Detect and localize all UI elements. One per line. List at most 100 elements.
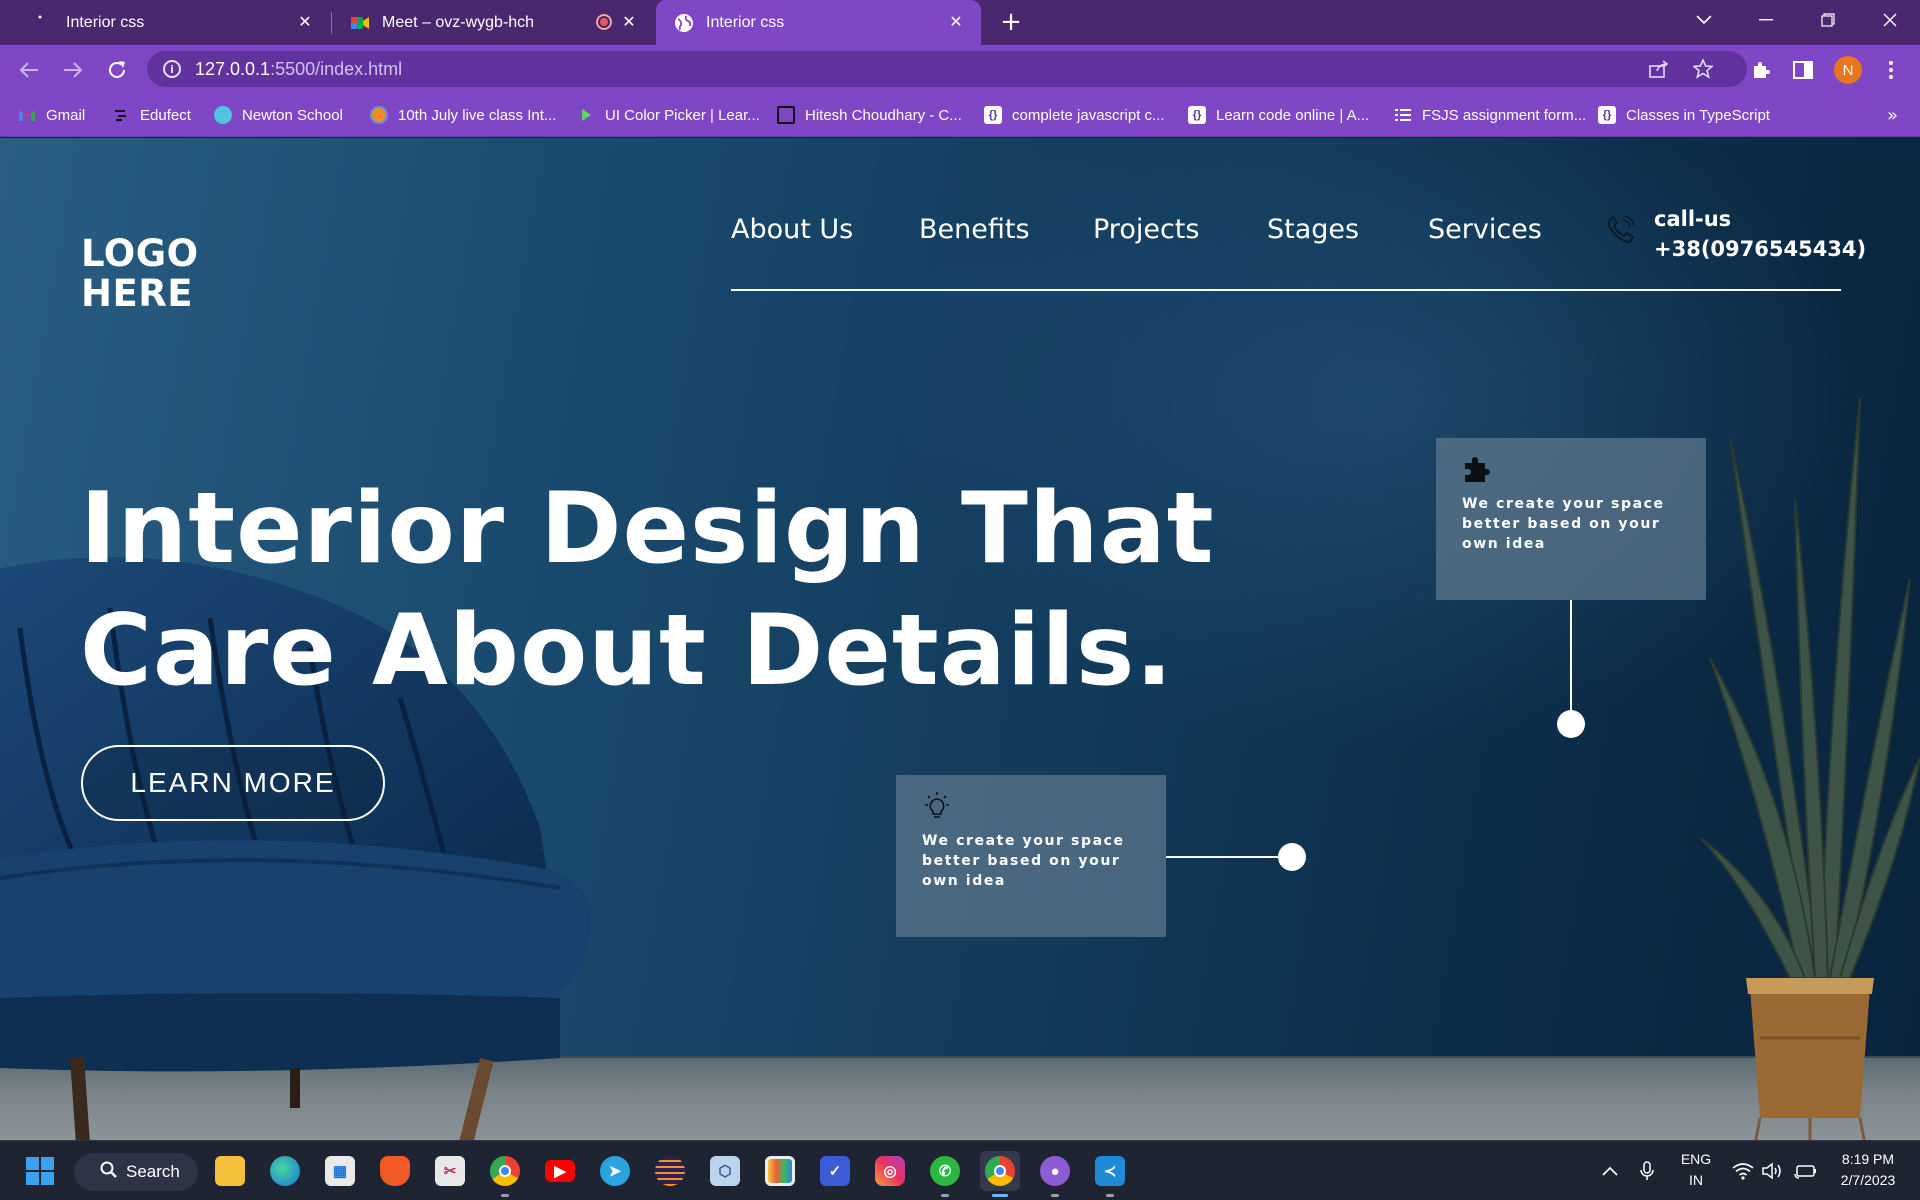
battery-icon[interactable] <box>1794 1141 1818 1200</box>
bookmark-label: Gmail <box>46 106 86 124</box>
clock-time: 8:19 PM <box>1841 1151 1895 1167</box>
hero-heading: Interior Design That Care About Details. <box>80 468 1215 712</box>
tab-title: Meet – ovz-wygb-hch <box>382 13 535 31</box>
tab-meet[interactable]: Meet – ovz-wygb-hch ✕ <box>334 0 654 45</box>
site-logo[interactable]: LOGO HERE <box>81 234 199 314</box>
profile-avatar[interactable]: N <box>1834 56 1862 84</box>
taskbar-youtube[interactable]: ▶ <box>540 1151 580 1191</box>
taskbar-eclipse[interactable] <box>650 1151 690 1191</box>
new-tab-button[interactable]: + <box>997 7 1025 37</box>
side-panel-icon[interactable] <box>1790 57 1816 83</box>
restore-button[interactable] <box>1800 0 1856 40</box>
learn-more-button[interactable]: LEARN MORE <box>81 745 385 821</box>
bookmark-live-class[interactable]: 10th July live class Int... <box>370 103 556 127</box>
taskbar-virtualbox[interactable]: ⬡ <box>705 1151 745 1191</box>
clock-date: 2/7/2023 <box>1840 1172 1896 1188</box>
hotspot-dot[interactable] <box>1557 710 1585 738</box>
eclipse-icon <box>655 1156 685 1186</box>
windows-start-icon <box>26 1157 54 1185</box>
feature-card-top: We create your space better based on you… <box>1436 438 1706 600</box>
edge-icon <box>270 1156 300 1186</box>
taskbar-chrome-profile[interactable] <box>980 1151 1020 1197</box>
tab-search-icon[interactable] <box>1676 0 1732 40</box>
call-us-number: +38(0976545434) <box>1654 237 1867 261</box>
volume-icon[interactable] <box>1762 1141 1784 1200</box>
bookmark-fsjs-assignment[interactable]: FSJS assignment form... <box>1394 103 1586 127</box>
url-text: 127.0.0.1:5500/index.html <box>195 59 402 80</box>
forward-button[interactable] <box>60 57 86 83</box>
nav-projects[interactable]: Projects <box>1093 214 1199 245</box>
lightbulb-icon <box>925 792 949 818</box>
wifi-icon[interactable] <box>1732 1141 1754 1200</box>
taskbar-chrome[interactable] <box>485 1151 525 1197</box>
chrome-profile-icon <box>985 1156 1015 1186</box>
input-language[interactable]: ENG IN <box>1676 1149 1716 1191</box>
reload-button[interactable] <box>104 57 130 83</box>
tray-overflow-icon[interactable] <box>1602 1141 1618 1200</box>
taskbar-vscode[interactable]: ≺ <box>1090 1151 1130 1197</box>
bookmark-classes-typescript[interactable]: {} Classes in TypeScript <box>1598 103 1770 127</box>
taskbar-github-desktop[interactable]: ● <box>1035 1151 1075 1197</box>
bookmark-ui-color-picker[interactable]: UI Color Picker | Lear... <box>577 103 760 127</box>
hotspot-dot[interactable] <box>1278 843 1306 871</box>
feature-card-bottom: We create your space better based on you… <box>896 775 1166 937</box>
microphone-icon[interactable] <box>1640 1141 1654 1200</box>
back-button[interactable] <box>16 57 42 83</box>
bookmark-newton-school[interactable]: Newton School <box>214 103 343 127</box>
windows-taskbar: Search ▦ ✂ ▶ ➤ ⬡ ✓ ◎ ✆ ● ≺ ENG IN 8:19 P… <box>0 1140 1920 1200</box>
nav-benefits[interactable]: Benefits <box>919 214 1030 245</box>
store-icon: ▦ <box>325 1156 355 1186</box>
extensions-icon[interactable] <box>1748 57 1774 83</box>
taskbar-file-explorer[interactable] <box>210 1151 250 1191</box>
taskbar-telegram[interactable]: ➤ <box>595 1151 635 1191</box>
system-clock[interactable]: 8:19 PM 2/7/2023 <box>1830 1149 1906 1191</box>
more-bookmarks-icon[interactable]: » <box>1887 105 1898 126</box>
taskbar-whatsapp[interactable]: ✆ <box>925 1151 965 1197</box>
chrome-icon <box>490 1156 520 1186</box>
taskbar-store[interactable]: ▦ <box>320 1151 360 1191</box>
close-window-button[interactable] <box>1862 0 1918 40</box>
nav-stages[interactable]: Stages <box>1267 214 1359 245</box>
close-tab-icon[interactable]: ✕ <box>618 11 640 33</box>
nav-about-us[interactable]: About Us <box>731 214 853 245</box>
language-code: ENG <box>1680 1151 1712 1167</box>
newton-school-icon <box>214 106 232 124</box>
tab-interior-css-active[interactable]: Interior css ✕ <box>656 0 981 45</box>
vscode-icon: ≺ <box>1095 1156 1125 1186</box>
taskbar-snipping-tool[interactable]: ✂ <box>430 1151 470 1191</box>
bookmark-hitesh[interactable]: Hitesh Choudhary - C... <box>777 103 962 127</box>
close-tab-icon[interactable]: ✕ <box>945 11 967 33</box>
globe-icon <box>674 13 694 33</box>
call-us-block[interactable]: call-us +38(0976545434) <box>1654 204 1866 264</box>
site-info-icon[interactable]: i <box>163 60 181 78</box>
minimize-button[interactable] <box>1738 0 1794 40</box>
instagram-icon: ◎ <box>875 1156 905 1186</box>
tab-interior-css-1[interactable]: Interior css ✕ <box>14 0 330 45</box>
bookmark-learn-code-online[interactable]: {} Learn code online | A... <box>1188 103 1369 127</box>
taskbar-brave[interactable] <box>375 1151 415 1191</box>
taskbar-media[interactable] <box>760 1151 800 1191</box>
taskbar-search[interactable]: Search <box>74 1153 198 1191</box>
tasks-icon: ✓ <box>820 1156 850 1186</box>
taskbar-edge[interactable] <box>265 1151 305 1191</box>
close-tab-icon[interactable]: ✕ <box>294 11 316 33</box>
hero-heading-line-2: Care About Details. <box>80 594 1174 708</box>
code-icon: {} <box>984 106 1002 124</box>
taskbar-tasks[interactable]: ✓ <box>815 1151 855 1191</box>
bookmark-complete-javascript[interactable]: {} complete javascript c... <box>984 103 1165 127</box>
nav-services[interactable]: Services <box>1428 214 1542 245</box>
gmail-icon <box>18 106 36 124</box>
browser-toolbar: i 127.0.0.1:5500/index.html N <box>0 45 1920 93</box>
bookmarks-bar: Gmail Edufect Newton School 10th July li… <box>0 93 1920 137</box>
bookmark-edufect[interactable]: Edufect <box>112 103 191 127</box>
logo-line-2: HERE <box>81 272 194 315</box>
address-bar[interactable]: i 127.0.0.1:5500/index.html <box>147 51 1747 87</box>
taskbar-instagram[interactable]: ◎ <box>870 1151 910 1191</box>
menu-kebab-icon[interactable] <box>1878 57 1904 83</box>
github-desktop-icon: ● <box>1040 1156 1070 1186</box>
share-icon[interactable] <box>1647 57 1671 81</box>
running-indicator <box>1106 1194 1114 1197</box>
bookmark-gmail[interactable]: Gmail <box>18 103 85 127</box>
start-button[interactable] <box>20 1151 60 1191</box>
bookmark-star-icon[interactable] <box>1691 57 1715 81</box>
